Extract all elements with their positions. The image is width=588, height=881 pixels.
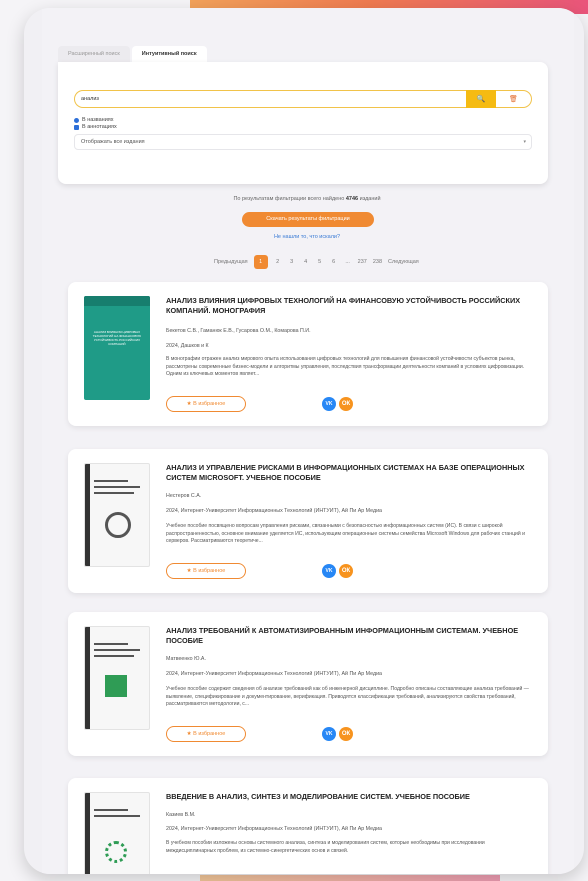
tab-intuitive-search[interactable]: Интуитивный поиск	[131, 46, 207, 62]
search-icon: 🔍	[476, 96, 486, 103]
page-2[interactable]: 2	[274, 259, 282, 265]
page-4[interactable]: 4	[302, 259, 310, 265]
cover-line	[94, 492, 134, 494]
book-authors: Нестеров С.А.	[166, 493, 202, 499]
page-3[interactable]: 3	[288, 259, 296, 265]
decorative-gradient-bottom	[200, 875, 500, 881]
check-titles-label: В названиях	[82, 117, 114, 123]
book-description: Учебное пособие содержит сведения об ана…	[166, 686, 529, 707]
pagination: Предыдущая 1 2 3 4 5 6 ... 237 238 Следу…	[214, 255, 419, 269]
book-cover[interactable]	[84, 626, 150, 730]
add-favorite-button[interactable]: ★ В избранное	[166, 396, 246, 412]
book-cover[interactable]	[84, 463, 150, 567]
chevron-down-icon: ▾	[523, 139, 526, 145]
cover-emblem-icon	[105, 512, 131, 538]
book-authors: Бекетов С.В., Гаманюк Е.В., Гусарова О.М…	[166, 328, 311, 334]
page-5[interactable]: 5	[316, 259, 324, 265]
check-annotations[interactable]: В аннотациях	[74, 124, 117, 130]
cover-title: АНАЛИЗ ВЛИЯНИЯ ЦИФРОВЫХ ТЕХНОЛОГИЙ НА ФИ…	[92, 330, 142, 346]
share-buttons: VK ОК	[322, 397, 353, 411]
cover-line	[94, 655, 134, 657]
page-6[interactable]: 6	[330, 259, 338, 265]
book-card: АНАЛИЗ ВЛИЯНИЯ ЦИФРОВЫХ ТЕХНОЛОГИЙ НА ФИ…	[68, 282, 548, 426]
device-frame: Расширенный поиск Интуитивный поиск анал…	[24, 8, 584, 874]
vk-share-icon[interactable]: VK	[322, 564, 336, 578]
book-title[interactable]: АНАЛИЗ И УПРАВЛЕНИЕ РИСКАМИ В ИНФОРМАЦИО…	[166, 463, 532, 483]
page-237[interactable]: 237	[358, 259, 367, 265]
book-publisher: 2024, Интернет-Университет Информационны…	[166, 826, 382, 832]
page-238[interactable]: 238	[373, 259, 382, 265]
radio-icon	[74, 117, 79, 123]
trash-icon: 🗑	[509, 96, 518, 103]
book-card: АНАЛИЗ ТРЕБОВАНИЙ К АВТОМАТИЗИРОВАННЫМ И…	[68, 612, 548, 756]
search-input[interactable]: анализ	[74, 90, 466, 108]
results-prefix: По результатам фильтрации всего найдено	[233, 196, 345, 202]
share-buttons: VK ОК	[322, 727, 353, 741]
book-title[interactable]: АНАЛИЗ ТРЕБОВАНИЙ К АВТОМАТИЗИРОВАННЫМ И…	[166, 626, 532, 646]
cover-emblem-icon	[105, 675, 127, 697]
ok-share-icon[interactable]: ОК	[339, 727, 353, 741]
cover-stripe	[84, 296, 150, 306]
cover-line	[94, 643, 128, 645]
cover-spine	[85, 464, 90, 566]
cover-spine	[85, 793, 90, 874]
prev-page-link[interactable]: Предыдущая	[214, 259, 248, 265]
ok-share-icon[interactable]: ОК	[339, 397, 353, 411]
cover-emblem-icon	[105, 841, 127, 863]
cover-line	[94, 649, 140, 651]
edition-filter-select[interactable]: Отображать все издания ▾	[74, 134, 532, 150]
ok-share-icon[interactable]: ОК	[339, 564, 353, 578]
book-title[interactable]: ВВЕДЕНИЕ В АНАЛИЗ, СИНТЕЗ И МОДЕЛИРОВАНИ…	[166, 792, 532, 802]
tab-advanced-search[interactable]: Расширенный поиск	[58, 46, 130, 62]
share-buttons: VK ОК	[322, 564, 353, 578]
book-card: АНАЛИЗ И УПРАВЛЕНИЕ РИСКАМИ В ИНФОРМАЦИО…	[68, 449, 548, 593]
clear-button[interactable]: 🗑	[496, 90, 532, 108]
search-button[interactable]: 🔍	[466, 90, 496, 108]
book-publisher: 2024, Интернет-Университет Информационны…	[166, 508, 382, 514]
download-results-button[interactable]: Скачать результаты фильтрации	[242, 212, 374, 227]
cover-line	[94, 809, 128, 811]
book-card: ВВЕДЕНИЕ В АНАЛИЗ, СИНТЕЗ И МОДЕЛИРОВАНИ…	[68, 778, 548, 874]
results-suffix: изданий	[359, 196, 381, 202]
results-count: 4746	[345, 196, 359, 202]
cover-line	[94, 486, 140, 488]
cover-line	[94, 480, 128, 482]
screen: Расширенный поиск Интуитивный поиск анал…	[42, 8, 574, 874]
search-tabs: Расширенный поиск Интуитивный поиск	[58, 46, 209, 62]
results-summary: По результатам фильтрации всего найдено …	[42, 196, 572, 202]
book-description: Учебное пособие посвящено вопросам управ…	[166, 523, 525, 544]
add-favorite-button[interactable]: ★ В избранное	[166, 563, 246, 579]
check-titles[interactable]: В названиях	[74, 117, 114, 123]
not-found-link[interactable]: Не нашли то, что искали?	[42, 234, 572, 240]
cover-spine	[85, 627, 90, 729]
book-authors: Казиев В.М.	[166, 812, 196, 818]
vk-share-icon[interactable]: VK	[322, 397, 336, 411]
book-authors: Матвеенко Ю.А.	[166, 656, 206, 662]
cover-line	[94, 815, 140, 817]
vk-share-icon[interactable]: VK	[322, 727, 336, 741]
check-annotations-label: В аннотациях	[82, 124, 117, 130]
book-title[interactable]: АНАЛИЗ ВЛИЯНИЯ ЦИФРОВЫХ ТЕХНОЛОГИЙ НА ФИ…	[166, 296, 532, 316]
edition-filter-value: Отображать все издания	[81, 139, 145, 145]
next-page-link[interactable]: Следующая	[388, 259, 419, 265]
book-publisher: 2024, Интернет-Университет Информационны…	[166, 671, 382, 677]
book-cover[interactable]	[84, 792, 150, 874]
page-1[interactable]: 1	[253, 255, 268, 269]
book-publisher: 2024, Дашков и К	[166, 343, 209, 349]
page-ellipsis: ...	[345, 259, 350, 265]
book-cover[interactable]: АНАЛИЗ ВЛИЯНИЯ ЦИФРОВЫХ ТЕХНОЛОГИЙ НА ФИ…	[84, 296, 150, 400]
checkbox-icon	[74, 124, 79, 130]
add-favorite-button[interactable]: ★ В избранное	[166, 726, 246, 742]
book-description: В монографии отражен анализ мирового опы…	[166, 356, 525, 377]
book-description: В учебном пособии изложены основы систем…	[166, 840, 485, 854]
search-panel: анализ 🔍 🗑 В названиях В аннотациях Отоб…	[58, 62, 548, 184]
